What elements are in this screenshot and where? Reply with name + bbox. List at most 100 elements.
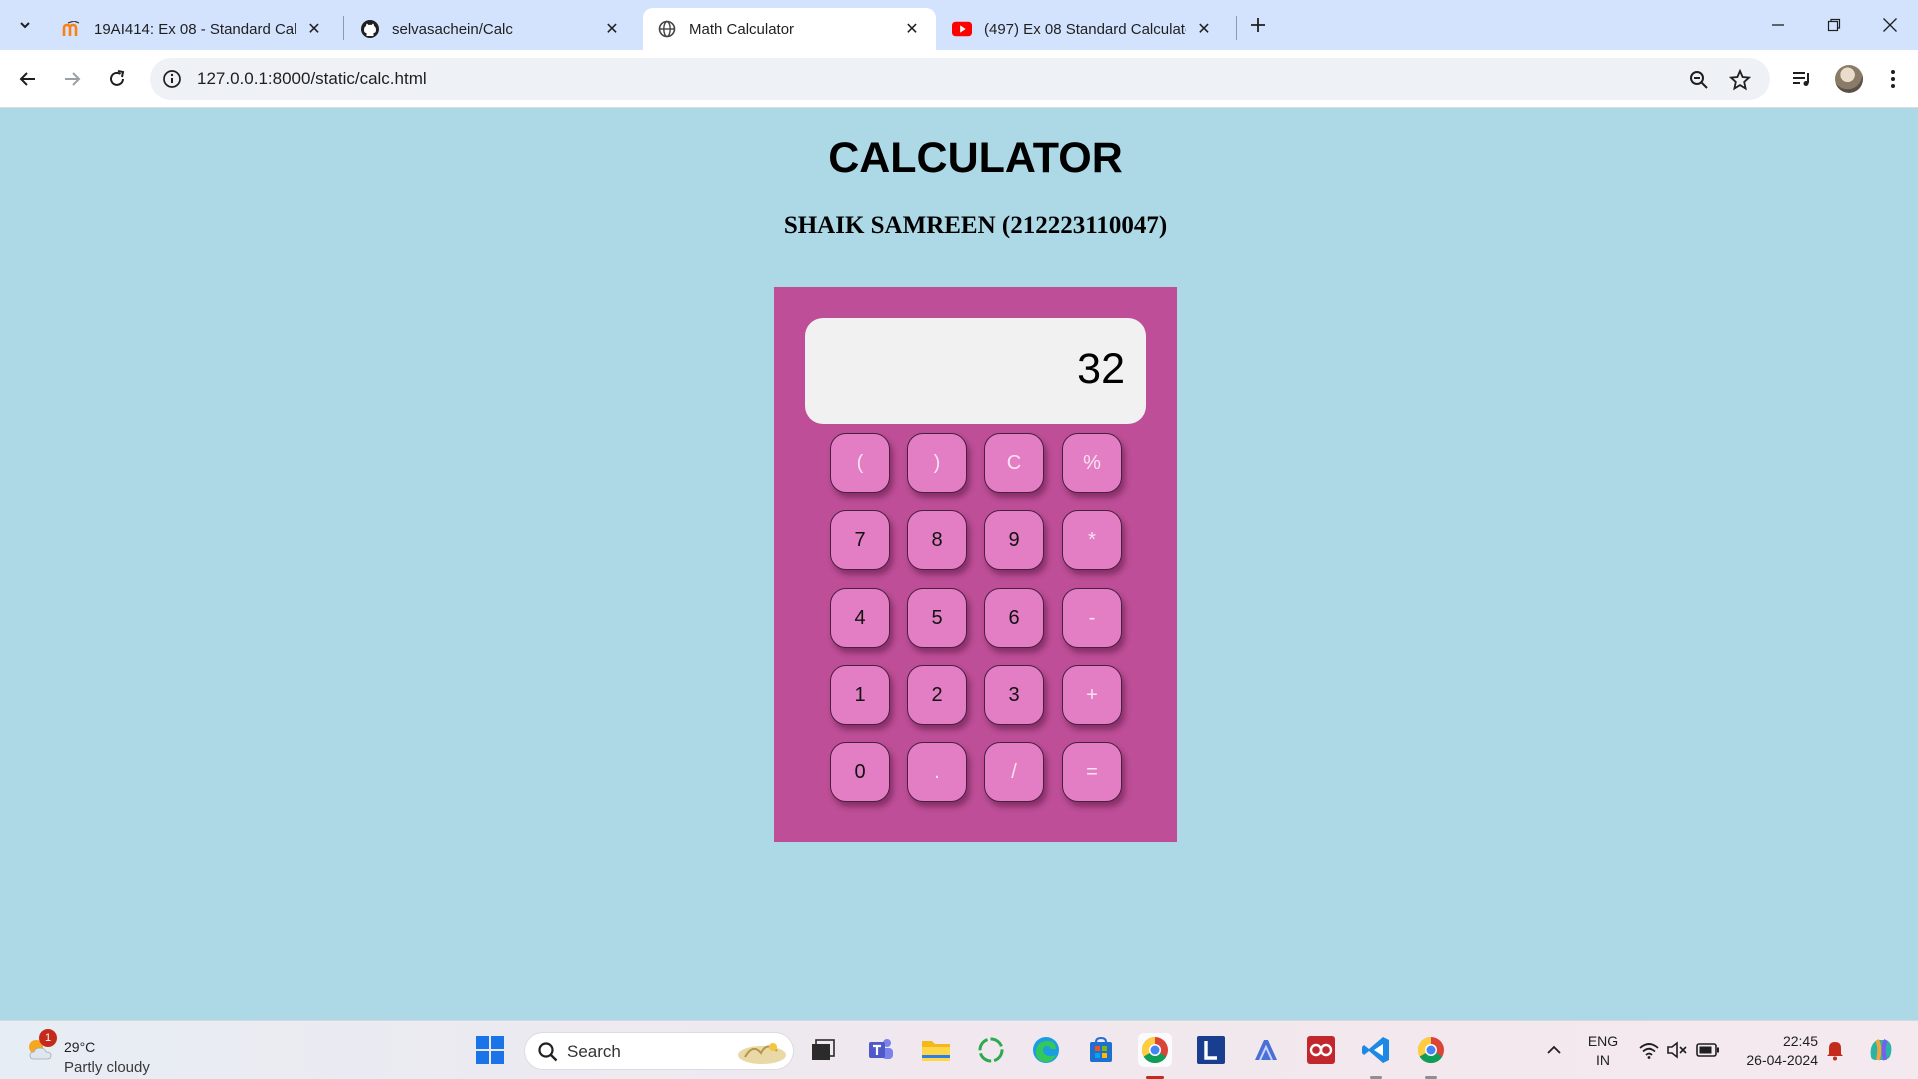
weather-widget[interactable]: 1 29°C Partly cloudy xyxy=(22,1029,182,1076)
refresh-app-icon[interactable] xyxy=(974,1033,1008,1067)
tab-search-button[interactable] xyxy=(10,11,40,39)
taskbar: 1 29°C Partly cloudy Search ENG IN 22:45… xyxy=(0,1020,1918,1079)
arrow-right-icon xyxy=(65,72,81,86)
key-6[interactable]: 6 xyxy=(984,588,1044,648)
close-icon[interactable]: ✕ xyxy=(602,19,622,39)
windows-icon xyxy=(476,1036,504,1064)
key-decimal[interactable]: . xyxy=(907,742,967,802)
volume-muted-icon[interactable] xyxy=(1660,1033,1694,1067)
key-multiply[interactable]: * xyxy=(1062,510,1122,570)
address-bar[interactable]: 127.0.0.1:8000/static/calc.html xyxy=(150,58,1770,100)
minimize-icon xyxy=(1772,24,1784,26)
key-plus[interactable]: + xyxy=(1062,665,1122,725)
plus-icon xyxy=(1251,18,1265,32)
clock-date: 26-04-2024 xyxy=(1746,1052,1818,1068)
key-7[interactable]: 7 xyxy=(830,510,890,570)
battery-icon[interactable] xyxy=(1691,1033,1725,1067)
close-window-button[interactable] xyxy=(1862,8,1918,42)
key-1[interactable]: 1 xyxy=(830,665,890,725)
weather-condition: Partly cloudy xyxy=(64,1059,150,1076)
tab-separator xyxy=(343,16,344,40)
globe-icon xyxy=(657,19,677,39)
student-name-heading: SHAIK SAMREEN (212223110047) xyxy=(783,212,1168,239)
tab-moodle[interactable]: 19AI414: Ex 08 - Standard Calcu ✕ xyxy=(48,8,338,50)
key-0[interactable]: 0 xyxy=(830,742,890,802)
file-explorer-icon[interactable] xyxy=(919,1033,953,1067)
reload-icon xyxy=(110,70,125,86)
calculator-display: 32 xyxy=(805,318,1146,424)
region-code: IN xyxy=(1596,1052,1610,1068)
microsoft-store-icon[interactable] xyxy=(1084,1033,1118,1067)
tab-title: 19AI414: Ex 08 - Standard Calcu xyxy=(94,20,296,38)
copilot-icon[interactable] xyxy=(1864,1033,1898,1067)
notification-badge: 1 xyxy=(39,1029,57,1047)
language-code: ENG xyxy=(1587,1033,1619,1049)
close-icon[interactable]: ✕ xyxy=(1194,19,1214,39)
notification-bell-icon[interactable] xyxy=(1818,1033,1852,1067)
key-equals[interactable]: = xyxy=(1062,742,1122,802)
tab-math-calculator[interactable]: Math Calculator ✕ xyxy=(643,8,936,50)
edge-icon[interactable] xyxy=(1029,1033,1063,1067)
delta-app-icon[interactable] xyxy=(1249,1033,1283,1067)
tab-youtube[interactable]: (497) Ex 08 Standard Calculator ✕ xyxy=(938,8,1228,50)
key-2[interactable]: 2 xyxy=(907,665,967,725)
key-close-paren[interactable]: ) xyxy=(907,433,967,493)
back-button[interactable] xyxy=(13,64,43,94)
lms-l-icon[interactable] xyxy=(1194,1033,1228,1067)
close-icon[interactable]: ✕ xyxy=(902,19,922,39)
more-menu-icon[interactable] xyxy=(1878,64,1908,94)
chrome-profile-icon[interactable] xyxy=(1414,1033,1448,1067)
url-text[interactable]: 127.0.0.1:8000/static/calc.html xyxy=(197,69,427,89)
language-indicator[interactable]: ENG IN xyxy=(1582,1032,1624,1070)
search-label: Search xyxy=(567,1042,621,1061)
display-value: 32 xyxy=(1077,345,1125,393)
weather-temperature: 29°C xyxy=(64,1039,96,1055)
key-divide[interactable]: / xyxy=(984,742,1044,802)
taskbar-search[interactable]: Search xyxy=(524,1032,794,1070)
tab-github[interactable]: selvasachein/Calc ✕ xyxy=(346,8,636,50)
site-info-icon[interactable] xyxy=(162,69,182,89)
browser-toolbar: 127.0.0.1:8000/static/calc.html xyxy=(0,50,1918,108)
clock[interactable]: 22:45 26-04-2024 xyxy=(1732,1032,1818,1070)
chevron-up-icon[interactable] xyxy=(1537,1033,1571,1067)
moodle-icon xyxy=(62,19,82,39)
close-icon[interactable]: ✕ xyxy=(304,19,324,39)
tab-title: Math Calculator xyxy=(689,20,795,38)
search-highlight-icon xyxy=(738,1043,786,1064)
restore-button[interactable] xyxy=(1806,8,1862,42)
key-8[interactable]: 8 xyxy=(907,510,967,570)
key-4[interactable]: 4 xyxy=(830,588,890,648)
clock-time: 22:45 xyxy=(1782,1033,1818,1049)
arduino-icon[interactable] xyxy=(1304,1033,1338,1067)
restore-icon xyxy=(1827,18,1841,32)
zoom-icon[interactable] xyxy=(1688,69,1710,91)
task-view-icon[interactable] xyxy=(806,1033,840,1067)
key-open-paren[interactable]: ( xyxy=(830,433,890,493)
new-tab-button[interactable] xyxy=(1244,11,1272,39)
profile-avatar[interactable] xyxy=(1835,65,1863,93)
reload-button[interactable] xyxy=(102,64,132,94)
vscode-icon[interactable] xyxy=(1359,1033,1393,1067)
arrow-left-icon xyxy=(19,72,35,86)
key-3[interactable]: 3 xyxy=(984,665,1044,725)
bookmark-star-icon[interactable] xyxy=(1729,69,1751,91)
media-controls-icon[interactable] xyxy=(1787,64,1817,94)
youtube-icon xyxy=(952,19,972,39)
tab-title: (497) Ex 08 Standard Calculator xyxy=(984,20,1186,38)
github-icon xyxy=(360,19,380,39)
key-9[interactable]: 9 xyxy=(984,510,1044,570)
minimize-button[interactable] xyxy=(1750,8,1806,42)
forward-button[interactable] xyxy=(57,64,87,94)
key-5[interactable]: 5 xyxy=(907,588,967,648)
search-icon xyxy=(538,1042,558,1062)
browser-tab-strip: 19AI414: Ex 08 - Standard Calcu ✕ selvas… xyxy=(0,0,1918,50)
key-clear[interactable]: C xyxy=(984,433,1044,493)
tab-title: selvasachein/Calc xyxy=(392,20,513,38)
teams-icon[interactable] xyxy=(864,1033,898,1067)
close-icon xyxy=(1883,18,1897,32)
key-minus[interactable]: - xyxy=(1062,588,1122,648)
start-button[interactable] xyxy=(473,1033,507,1067)
chrome-icon[interactable] xyxy=(1138,1033,1172,1067)
tab-separator xyxy=(1236,16,1237,40)
key-percent[interactable]: % xyxy=(1062,433,1122,493)
